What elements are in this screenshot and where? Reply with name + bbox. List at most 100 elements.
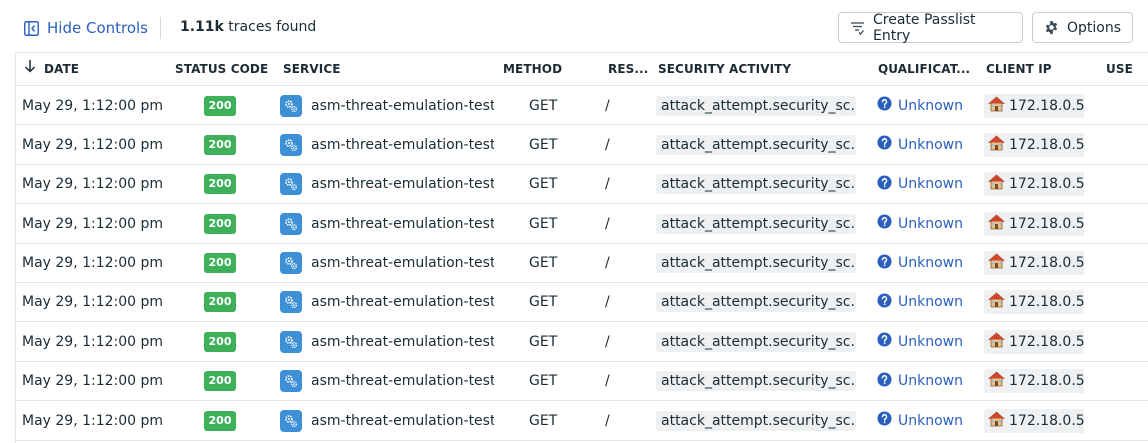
table-row[interactable]: May 29, 1:12:00 pm 200 asm-threat-emulat… — [16, 125, 1148, 165]
cell-date: May 29, 1:12:00 pm — [22, 401, 172, 440]
cell-security-activity[interactable]: attack_attempt.security_sc... — [656, 165, 856, 204]
cell-client-ip[interactable]: 172.18.0.5 — [984, 322, 1084, 361]
house-icon — [987, 253, 1006, 273]
cell-security-activity[interactable]: attack_attempt.security_sc... — [656, 86, 856, 125]
client-ip-chip[interactable]: 172.18.0.5 — [984, 172, 1084, 197]
security-activity-chip[interactable]: attack_attempt.security_sc... — [656, 213, 856, 234]
service-gears-icon — [280, 94, 302, 117]
cell-method: GET — [529, 322, 569, 361]
hide-controls-button[interactable]: Hide Controls — [24, 14, 148, 42]
client-ip-text: 172.18.0.5 — [1009, 136, 1084, 153]
cell-service[interactable]: asm-threat-emulation-test-5 — [280, 244, 494, 283]
client-ip-chip[interactable]: 172.18.0.5 — [984, 329, 1084, 354]
column-header-service[interactable]: SERVICE — [283, 53, 403, 85]
client-ip-chip[interactable]: 172.18.0.5 — [984, 93, 1084, 118]
qualification-text: Unknown — [898, 215, 963, 232]
cell-client-ip[interactable]: 172.18.0.5 — [984, 165, 1084, 204]
security-activity-chip[interactable]: attack_attempt.security_sc... — [656, 331, 856, 352]
client-ip-chip[interactable]: 172.18.0.5 — [984, 408, 1084, 433]
cell-service[interactable]: asm-threat-emulation-test-5 — [280, 125, 494, 164]
cell-service[interactable]: asm-threat-emulation-test-5 — [280, 86, 494, 125]
cell-status-code: 200 — [202, 86, 238, 125]
cell-qualification[interactable]: Unknown — [877, 204, 977, 243]
cell-qualification[interactable]: Unknown — [877, 401, 977, 440]
cell-qualification[interactable]: Unknown — [877, 125, 977, 164]
table-row[interactable]: May 29, 1:12:00 pm 200 asm-threat-emulat… — [16, 401, 1148, 441]
column-header-user[interactable]: USE — [1106, 53, 1148, 85]
table-row[interactable]: May 29, 1:12:00 pm 200 asm-threat-emulat… — [16, 86, 1148, 126]
cell-client-ip[interactable]: 172.18.0.5 — [984, 283, 1084, 322]
cell-security-activity[interactable]: attack_attempt.security_sc... — [656, 204, 856, 243]
qualification-text: Unknown — [898, 373, 963, 390]
cell-client-ip[interactable]: 172.18.0.5 — [984, 86, 1084, 125]
cell-qualification[interactable]: Unknown — [877, 165, 977, 204]
cell-qualification[interactable]: Unknown — [877, 244, 977, 283]
service-gears-icon — [280, 330, 302, 353]
cell-security-activity[interactable]: attack_attempt.security_sc... — [656, 362, 856, 401]
security-activity-chip[interactable]: attack_attempt.security_sc... — [656, 95, 856, 116]
cell-service[interactable]: asm-threat-emulation-test-5 — [280, 401, 494, 440]
cell-service[interactable]: asm-threat-emulation-test-5 — [280, 362, 494, 401]
column-header-date[interactable]: DATE — [24, 53, 144, 85]
security-activity-chip[interactable]: attack_attempt.security_sc... — [656, 134, 856, 155]
cell-resource: / — [605, 244, 625, 283]
options-label: Options — [1067, 19, 1122, 36]
create-passlist-entry-label: Create Passlist Entry — [873, 11, 976, 44]
cell-security-activity[interactable]: attack_attempt.security_sc... — [656, 283, 856, 322]
security-activity-chip[interactable]: attack_attempt.security_sc... — [656, 371, 856, 392]
cell-qualification[interactable]: Unknown — [877, 362, 977, 401]
date-text: May 29, 1:12:00 pm — [22, 255, 164, 272]
table-row[interactable]: May 29, 1:12:00 pm 200 asm-threat-emulat… — [16, 362, 1148, 402]
status-badge: 200 — [203, 253, 237, 274]
client-ip-chip[interactable]: 172.18.0.5 — [984, 251, 1084, 276]
table-row[interactable]: May 29, 1:12:00 pm 200 asm-threat-emulat… — [16, 204, 1148, 244]
security-activity-chip[interactable]: attack_attempt.security_sc... — [656, 174, 856, 195]
cell-service[interactable]: asm-threat-emulation-test-5 — [280, 204, 494, 243]
column-header-qualification[interactable]: QUALIFICAT... — [878, 53, 978, 85]
cell-security-activity[interactable]: attack_attempt.security_sc... — [656, 322, 856, 361]
table-row[interactable]: May 29, 1:12:00 pm 200 asm-threat-emulat… — [16, 283, 1148, 323]
cell-qualification[interactable]: Unknown — [877, 322, 977, 361]
options-button[interactable]: Options — [1032, 12, 1133, 43]
cell-service[interactable]: asm-threat-emulation-test-5 — [280, 165, 494, 204]
cell-service[interactable]: asm-threat-emulation-test-5 — [280, 283, 494, 322]
client-ip-text: 172.18.0.5 — [1009, 333, 1084, 350]
cell-client-ip[interactable]: 172.18.0.5 — [984, 204, 1084, 243]
column-header-resource[interactable]: RES... — [608, 53, 650, 85]
cell-client-ip[interactable]: 172.18.0.5 — [984, 401, 1084, 440]
cell-security-activity[interactable]: attack_attempt.security_sc... — [656, 401, 856, 440]
qualification-text: Unknown — [898, 294, 963, 311]
client-ip-chip[interactable]: 172.18.0.5 — [984, 369, 1084, 394]
service-name: asm-threat-emulation-test-5 — [311, 373, 494, 390]
client-ip-chip[interactable]: 172.18.0.5 — [984, 290, 1084, 315]
client-ip-chip[interactable]: 172.18.0.5 — [984, 211, 1084, 236]
resource-text: / — [605, 412, 610, 429]
cell-service[interactable]: asm-threat-emulation-test-5 — [280, 322, 494, 361]
status-badge: 200 — [203, 174, 237, 195]
table-row[interactable]: May 29, 1:12:00 pm 200 asm-threat-emulat… — [16, 322, 1148, 362]
service-name: asm-threat-emulation-test-5 — [311, 294, 494, 311]
client-ip-text: 172.18.0.5 — [1009, 215, 1084, 232]
create-passlist-entry-button[interactable]: Create Passlist Entry — [838, 11, 1023, 44]
cell-status-code: 200 — [202, 165, 238, 204]
table-row[interactable]: May 29, 1:12:00 pm 200 asm-threat-emulat… — [16, 165, 1148, 205]
cell-security-activity[interactable]: attack_attempt.security_sc... — [656, 244, 856, 283]
cell-client-ip[interactable]: 172.18.0.5 — [984, 362, 1084, 401]
cell-status-code: 200 — [202, 322, 238, 361]
cell-client-ip[interactable]: 172.18.0.5 — [984, 125, 1084, 164]
security-activity-chip[interactable]: attack_attempt.security_sc... — [656, 253, 856, 274]
column-header-security-activity[interactable]: SECURITY ACTIVITY — [658, 53, 858, 85]
cell-client-ip[interactable]: 172.18.0.5 — [984, 244, 1084, 283]
column-header-client-ip[interactable]: CLIENT IP — [986, 53, 1076, 85]
cell-qualification[interactable]: Unknown — [877, 86, 977, 125]
column-header-status-code[interactable]: STATUS CODE — [175, 53, 270, 85]
security-activity-chip[interactable]: attack_attempt.security_sc... — [656, 292, 856, 313]
cell-method: GET — [529, 401, 569, 440]
security-activity-chip[interactable]: attack_attempt.security_sc... — [656, 410, 856, 431]
date-text: May 29, 1:12:00 pm — [22, 97, 164, 114]
table-row[interactable]: May 29, 1:12:00 pm 200 asm-threat-emulat… — [16, 244, 1148, 283]
cell-qualification[interactable]: Unknown — [877, 283, 977, 322]
client-ip-chip[interactable]: 172.18.0.5 — [984, 132, 1084, 157]
cell-security-activity[interactable]: attack_attempt.security_sc... — [656, 125, 856, 164]
column-header-method[interactable]: METHOD — [503, 53, 573, 85]
